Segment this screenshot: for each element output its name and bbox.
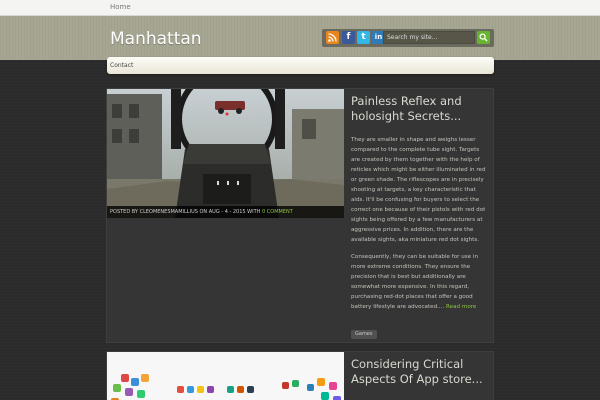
post-card: Considering Critical Aspects Of App stor… xyxy=(106,351,494,400)
twitter-icon[interactable]: t xyxy=(357,31,370,44)
read-more-link[interactable]: Read more xyxy=(446,304,476,310)
excerpt-paragraph: They are smaller in shape and weighs les… xyxy=(351,137,486,243)
search-input[interactable] xyxy=(383,31,475,44)
social-search-box: f t in xyxy=(322,29,494,47)
main-menu: Contact xyxy=(107,57,494,74)
post-meta-text: POSTED BY CLEOMENESMAMILLIUS ON AUG - 4 … xyxy=(110,209,262,215)
facebook-icon[interactable]: f xyxy=(342,31,355,44)
post-thumbnail[interactable] xyxy=(107,352,344,400)
excerpt-paragraph: Consequently, they can be suitable for u… xyxy=(351,254,478,310)
post-excerpt: They are smaller in shape and weighs les… xyxy=(351,135,489,319)
post-meta: POSTED BY CLEOMENESMAMILLIUS ON AUG - 4 … xyxy=(107,206,344,218)
comment-count-link[interactable]: 0 COMMENT xyxy=(262,209,293,215)
menu-item-contact[interactable]: Contact xyxy=(110,62,133,69)
site-title[interactable]: Manhattan xyxy=(110,29,202,49)
site-header: Manhattan f t in xyxy=(0,16,600,60)
post-tag[interactable]: Games xyxy=(351,330,377,339)
nav-home-link[interactable]: Home xyxy=(110,3,131,11)
post-card: POSTED BY CLEOMENESMAMILLIUS ON AUG - 4 … xyxy=(106,88,494,343)
post-title[interactable]: Painless Reflex and holosight Secrets... xyxy=(351,94,491,124)
search-button[interactable] xyxy=(477,31,490,44)
post-title[interactable]: Considering Critical Aspects Of App stor… xyxy=(351,357,491,387)
post-thumbnail[interactable] xyxy=(107,89,344,218)
rss-icon[interactable] xyxy=(326,31,339,44)
search-icon xyxy=(479,33,488,42)
top-nav-bar: Home xyxy=(0,0,600,16)
